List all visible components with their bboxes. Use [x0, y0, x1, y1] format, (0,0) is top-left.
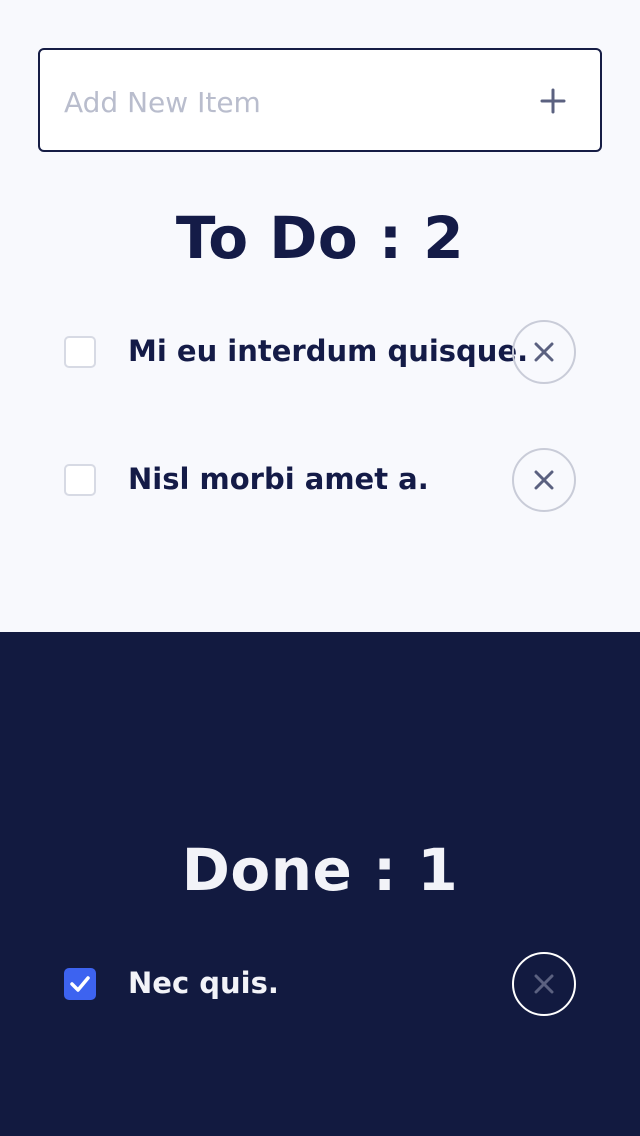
remove-item-button[interactable] [512, 952, 576, 1016]
add-item-form [38, 48, 602, 152]
done-item: Nec quis. [0, 952, 640, 1016]
close-icon [534, 470, 554, 490]
todo-item-label: Nisl morbi amet a. [128, 462, 429, 496]
todo-item-checkbox[interactable] [64, 336, 96, 368]
todo-heading: To Do : 2 [175, 204, 465, 272]
add-item-input[interactable] [64, 78, 504, 126]
plus-icon [540, 88, 566, 114]
todo-section: To Do : 2 Mi eu interdum quisque. Nisl m… [0, 0, 640, 632]
done-item-checkbox[interactable] [64, 968, 96, 1000]
remove-item-button[interactable] [512, 320, 576, 384]
remove-item-button[interactable] [512, 448, 576, 512]
add-item-button[interactable] [536, 84, 570, 118]
check-icon [70, 976, 90, 992]
close-icon [534, 342, 554, 362]
todo-item: Nisl morbi amet a. [0, 448, 640, 512]
done-section: Done : 1 Nec quis. [0, 632, 640, 1136]
todo-item-checkbox[interactable] [64, 464, 96, 496]
done-heading: Done : 1 [181, 836, 459, 904]
todo-item: Mi eu interdum quisque. [0, 320, 640, 384]
close-icon [534, 974, 554, 994]
todo-item-label: Mi eu interdum quisque. [128, 334, 529, 368]
done-item-label: Nec quis. [128, 966, 279, 1000]
